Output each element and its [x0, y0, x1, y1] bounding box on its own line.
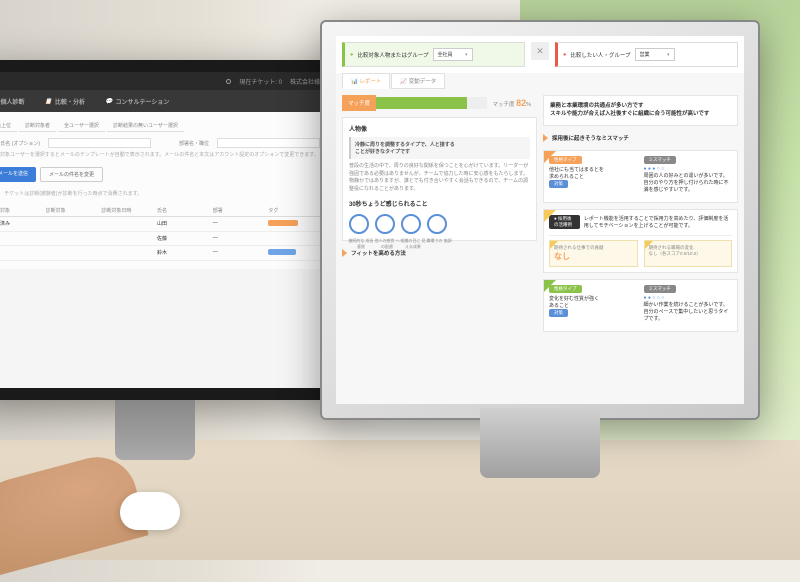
- match-label: マッチ度: [342, 95, 376, 111]
- th-2[interactable]: 診断対象日時: [101, 207, 153, 214]
- match-fill: [376, 97, 467, 109]
- filter-right-label: 比較したい人・グループ: [570, 51, 630, 59]
- persona-title: 冷静に周りを調整するタイプで、人と接する ことが好きなタイプです: [355, 142, 455, 155]
- action-pill[interactable]: 対策: [549, 180, 568, 188]
- mismatch-card-3: 性格タイプ 変化を好む性質が強く あること 対策 ミスマッチ ● ● ○ ○ ○…: [543, 279, 738, 332]
- headline: 業務と本業環境の共通点が多い方です スキルや能力が合えば入社後すぐに組織に合う可…: [543, 95, 738, 126]
- nav-consult[interactable]: 💬コンサルテーション: [105, 97, 169, 106]
- filter-left-label: 比較対象人物またはグループ: [357, 51, 428, 59]
- th-0[interactable]: 診断対象: [0, 207, 42, 214]
- user-table: 診断対象 診断対象 診断対象日時 氏名 部署 タグ 選択済み 山田―: [0, 205, 320, 261]
- filter-bar: ● 比較対象人物またはグループ 全社員 ✕ ● 比較したい人・グループ 営業: [336, 36, 744, 73]
- mouse-photo: [120, 492, 180, 530]
- ring-3: 職場での 協調: [427, 214, 447, 234]
- send-mail-button[interactable]: メールを送信: [0, 167, 36, 182]
- triangle-icon: [342, 249, 347, 257]
- table-row[interactable]: 鈴木―: [0, 246, 320, 261]
- nav-personal[interactable]: 🔍個人診断: [0, 97, 25, 106]
- persona-body: 普段の生活の中で、周りの良好な関係を保つことを心がけています。リーダーが強固であ…: [349, 163, 530, 193]
- org-name: 株式会社様: [290, 77, 320, 86]
- left-monitor: 現在チケット: 0 株式会社様 🔍個人診断 📋比較・分析 💬コンサルテーション …: [0, 60, 340, 400]
- action-pill[interactable]: 対策: [549, 309, 568, 317]
- ticket-info: チケットは診断{被験者}が診断を行った時点で消費されます。: [4, 190, 142, 197]
- dept-field[interactable]: [217, 138, 320, 148]
- footer-heading: フィットを高める方法: [351, 249, 406, 257]
- mismatch-card-2: ● 採用後の活躍例 レポート機能を活用することで採用力を高めたり、評価制度を活用…: [543, 209, 738, 273]
- subtab-3[interactable]: 診断結果の無いユーザー選択: [107, 120, 184, 132]
- tab-data[interactable]: 📈 変動データ: [391, 73, 445, 89]
- filter-right-select[interactable]: 営業: [635, 48, 675, 61]
- ticket-count: 現在チケット: 0: [239, 77, 282, 86]
- filter-left-select[interactable]: 全社員: [433, 48, 473, 61]
- ring-1: 他人の感覚 への配慮: [375, 214, 395, 234]
- chat-icon: 💬: [105, 98, 112, 105]
- th-3[interactable]: 氏名: [157, 207, 209, 214]
- tab-report[interactable]: 📊 レポート: [342, 73, 390, 89]
- name-field[interactable]: [48, 138, 151, 148]
- persona-heading: 人物像: [349, 124, 530, 133]
- subtab-2[interactable]: 全ユーザー選択: [58, 120, 105, 132]
- ring-2: 組織の目に 見える成果: [401, 214, 421, 234]
- right-monitor: ● 比較対象人物またはグループ 全社員 ✕ ● 比較したい人・グループ 営業 📊…: [320, 20, 760, 420]
- mismatch-card-1: 性格タイプ 他社にも当てはまるとを 求められること 対策 ミスマッチ ● ● ●…: [543, 150, 738, 203]
- persona-sub: 30秒ちょうど感じられること: [349, 199, 530, 208]
- form-note: 診断対象ユーザーを選択するとメールのテンプレートが自動で表示されます。メールの件…: [0, 152, 320, 159]
- persona-card: 人物像 冷静に周りを調整するタイプで、人と接する ことが好きなタイプです 普段の…: [342, 117, 537, 241]
- tag-orange: [268, 220, 298, 226]
- clear-filter-button[interactable]: ✕: [531, 42, 549, 60]
- mismatch-heading: 採用後に起きそうなミスマッチ: [552, 134, 629, 142]
- table-row[interactable]: 選択済み 山田―: [0, 217, 320, 232]
- name-label: 氏名 (オプション): [0, 140, 40, 147]
- left-titlebar: 現在チケット: 0 株式会社様: [0, 72, 328, 90]
- report-tabs: 📊 レポート 📈 変動データ: [336, 73, 744, 89]
- filter-left: ● 比較対象人物またはグループ 全社員: [342, 42, 525, 67]
- note-right: 期待される職場の変化 なし（各スコア0.0/10.0）: [644, 240, 733, 267]
- edit-subject-button[interactable]: メールの件名を変更: [40, 167, 103, 182]
- filter-right: ● 比較したい人・グループ 営業: [555, 42, 738, 67]
- note-left: 期待される仕事での貢献 なし: [549, 240, 638, 267]
- ticket-icon: [226, 79, 231, 84]
- ring-0: 継続的な 成長意欲: [349, 214, 369, 234]
- subtab-0[interactable]: 最上位: [0, 120, 17, 132]
- table-row[interactable]: 佐藤―: [0, 232, 320, 246]
- left-subtabs: 最上位 診断対象者 全ユーザー選択 診断結果の無いユーザー選択: [0, 120, 320, 132]
- triangle-icon: [543, 134, 548, 142]
- subtab-1[interactable]: 診断対象者: [19, 120, 56, 132]
- dept-label: 部署名・職位: [159, 140, 209, 147]
- th-1[interactable]: 診断対象: [46, 207, 98, 214]
- match-bar: マッチ度 マッチ度 82%: [342, 95, 537, 111]
- clipboard-icon: 📋: [45, 98, 52, 105]
- match-value: 82: [516, 98, 526, 108]
- left-nav: 🔍個人診断 📋比較・分析 💬コンサルテーション: [0, 90, 328, 112]
- tag-blue: [268, 249, 296, 255]
- th-4[interactable]: 部署: [213, 207, 265, 214]
- th-5[interactable]: タグ: [268, 207, 320, 214]
- nav-compare[interactable]: 📋比較・分析: [45, 97, 86, 106]
